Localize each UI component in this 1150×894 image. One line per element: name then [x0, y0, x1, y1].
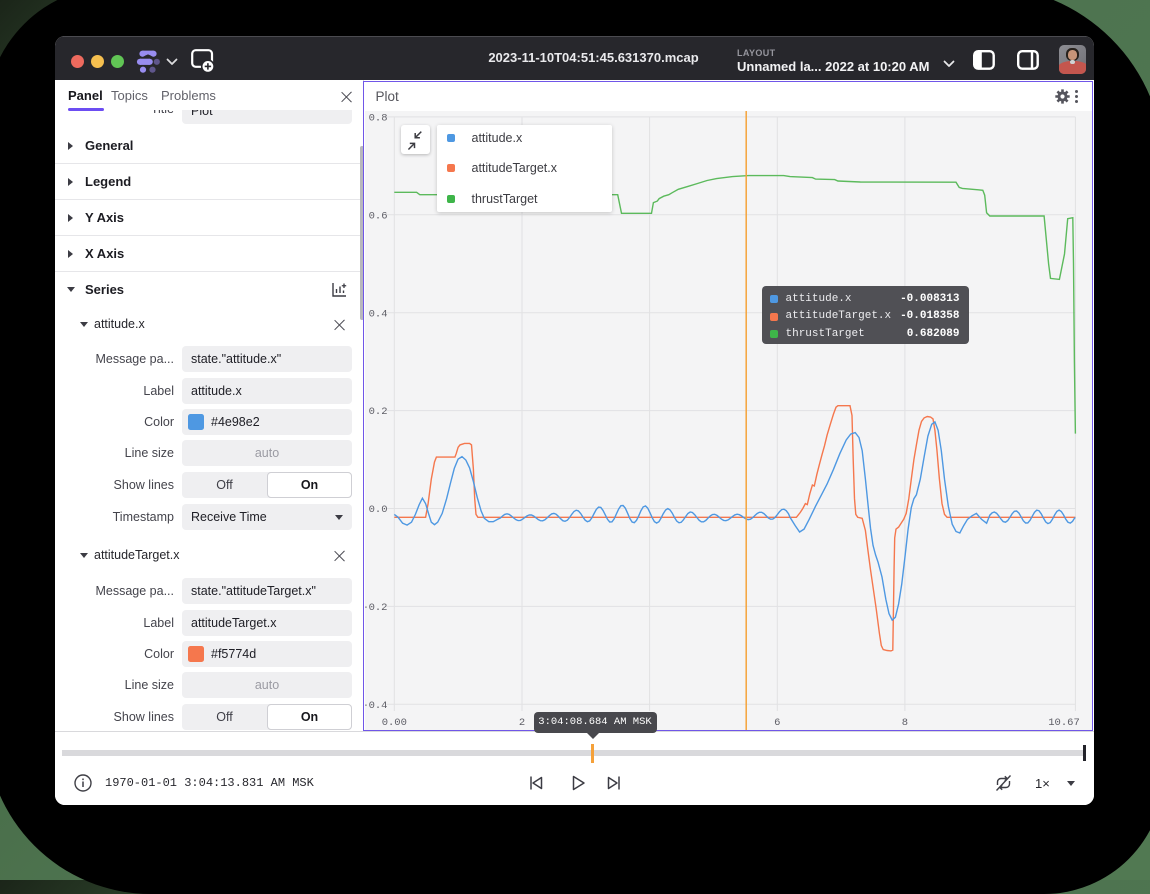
svg-text:0.6: 0.6 — [369, 210, 388, 222]
svg-text:0.2: 0.2 — [369, 406, 388, 418]
svg-text:8: 8 — [902, 717, 908, 729]
svg-text:0.00: 0.00 — [382, 717, 407, 729]
svg-text:2: 2 — [519, 717, 525, 729]
svg-text:0.8: 0.8 — [369, 113, 388, 125]
svg-text:-0.4: -0.4 — [365, 700, 388, 712]
svg-text:-0.2: -0.2 — [365, 602, 388, 614]
svg-text:10.67: 10.67 — [1048, 717, 1080, 729]
svg-text:6: 6 — [774, 717, 780, 729]
svg-text:0.4: 0.4 — [369, 308, 388, 320]
svg-text:0.0: 0.0 — [369, 504, 388, 516]
